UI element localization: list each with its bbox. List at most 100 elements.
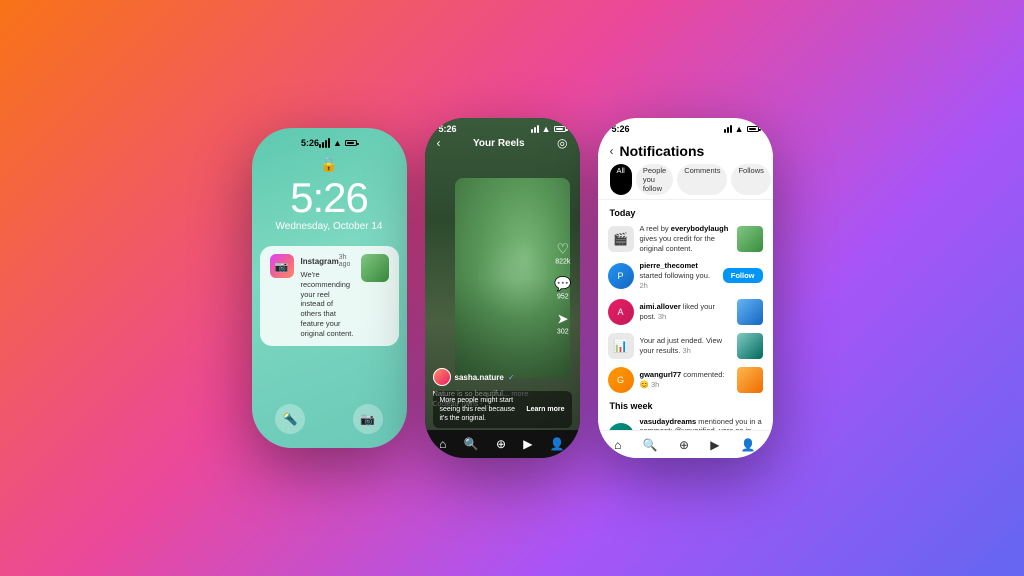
notif-text-ad: Your ad just ended. View your results. 3…	[640, 336, 731, 356]
section-today: Today	[598, 204, 773, 220]
status-bar-2: 5:26 ▲	[425, 118, 580, 136]
reels-content: 5:26 ▲ ‹ Your Reels ◎	[425, 118, 580, 458]
notifications-header: ‹ Notifications All People you follow Co…	[598, 137, 773, 200]
reels-user-row: sasha.nature ✓	[433, 368, 550, 386]
status-time-3: 5:26	[612, 124, 630, 134]
notifications-back-btn[interactable]: ‹	[610, 144, 614, 158]
nav-add-icon[interactable]: ⊕	[496, 437, 506, 451]
notif-thumb-3	[737, 299, 763, 325]
notif-item-ad: 📊 Your ad just ended. View your results.…	[598, 329, 773, 363]
reels-comment-btn[interactable]: 💬 952	[554, 276, 571, 301]
battery-icon	[345, 140, 357, 146]
lock-date: Wednesday, October 14	[276, 221, 383, 232]
notif-thumb-5	[737, 367, 763, 393]
notif-avatar-ad: 📊	[608, 333, 634, 359]
notif-text-reel: A reel by everybodylaugh gives you credi…	[640, 224, 731, 253]
reels-video	[455, 178, 570, 378]
camera-button[interactable]: 📷	[353, 404, 383, 434]
battery-icon-2	[554, 126, 566, 132]
notif-avatar-gwangurl: G	[608, 367, 634, 393]
wifi-icon: ▲	[333, 138, 342, 148]
notif-item-like: A aimi.allover liked your post. 3h	[598, 295, 773, 329]
nav-reels-icon[interactable]: ▶	[523, 437, 532, 451]
lock-icon: 🔒	[320, 156, 337, 173]
notif-item-reel-credit: 🎬 A reel by everybodylaugh gives you cre…	[598, 220, 773, 257]
reels-learn-more-btn[interactable]: Learn more	[526, 406, 564, 413]
reels-share-btn[interactable]: ➤ 302	[557, 311, 569, 336]
status-icons-2: ▲	[531, 124, 566, 134]
filter-follows[interactable]: Follows	[731, 164, 770, 195]
wifi-icon-3: ▲	[735, 124, 744, 134]
notif-thumb-1	[737, 226, 763, 252]
notif-text: We're recommending your reel instead of …	[301, 270, 354, 338]
status-icons-3: ▲	[724, 124, 759, 134]
nav-home-icon[interactable]: ⌂	[439, 437, 446, 451]
reels-title: Your Reels	[473, 138, 525, 149]
notif-text-follow: pierre_thecomet started following you. 2…	[640, 261, 717, 290]
notif-content: Instagram 3h ago We're recommending your…	[301, 254, 354, 338]
notif-header: Instagram 3h ago	[301, 254, 354, 268]
status-icons-1: ▲	[319, 138, 357, 148]
status-bar-1: 5:26 ▲	[287, 132, 371, 150]
reels-like-btn[interactable]: ♡ 822k	[555, 241, 570, 266]
notifications-title-row: ‹ Notifications	[610, 143, 761, 159]
notif-avatar-vasu: V	[608, 423, 634, 430]
reels-header: ‹ Your Reels ◎	[425, 136, 580, 150]
notifs-nav-home[interactable]: ⌂	[614, 438, 621, 452]
notif-item-comment: G gwangurl77 commented: 😊 3h	[598, 363, 773, 397]
phone-reels: 5:26 ▲ ‹ Your Reels ◎	[425, 118, 580, 458]
notif-thumb-4	[737, 333, 763, 359]
reels-verified-icon: ✓	[508, 373, 515, 382]
filter-following[interactable]: People you follow	[636, 164, 673, 195]
reels-user-avatar	[433, 368, 451, 386]
reels-actions: ♡ 822k 💬 952 ➤ 302	[554, 241, 571, 336]
status-time-1: 5:26	[301, 138, 319, 148]
phones-container: 5:26 ▲ 🔒 5:26 Wednesday, October 14	[252, 118, 773, 458]
chart-icon: 📊	[613, 339, 628, 353]
notif-item-mention: V vasudaydreams mentioned you in a comme…	[598, 413, 773, 431]
notif-avatar-pierre: P	[608, 263, 634, 289]
nav-profile-icon[interactable]: 👤	[550, 437, 565, 451]
notif-thumbnail	[361, 254, 389, 282]
nav-search-icon[interactable]: 🔍	[464, 437, 479, 451]
filter-comments[interactable]: Comments	[677, 164, 727, 195]
lock-time: 5:26	[290, 177, 368, 219]
reel-icon: 🎬	[613, 232, 628, 246]
notif-app-name: Instagram	[301, 257, 339, 266]
reels-back-icon[interactable]: ‹	[437, 136, 441, 150]
status-time-2: 5:26	[439, 124, 457, 134]
flashlight-button[interactable]: 🔦	[275, 404, 305, 434]
notifs-nav-add[interactable]: ⊕	[679, 438, 689, 452]
reels-promo-text: More people might start seeing this reel…	[440, 396, 521, 423]
lock-notification-card: 📷 Instagram 3h ago We're recommending yo…	[260, 246, 399, 346]
signal-icon	[319, 138, 330, 148]
notif-text-like: aimi.allover liked your post. 3h	[640, 302, 731, 322]
notifications-filters: All People you follow Comments Follows	[610, 164, 761, 195]
signal-icon-3	[724, 125, 732, 133]
reels-bottom-nav: ⌂ 🔍 ⊕ ▶ 👤	[425, 430, 580, 458]
notif-text-mention: vasudaydreams mentioned you in a comment…	[640, 417, 763, 431]
status-bar-3: 5:26 ▲	[598, 118, 773, 137]
reels-username: sasha.nature	[455, 373, 504, 382]
notifications-body: Today 🎬 A reel by everybodylaugh gives y…	[598, 200, 773, 430]
wifi-icon-2: ▲	[542, 124, 551, 134]
notif-time: 3h ago	[339, 254, 354, 268]
filter-all[interactable]: All	[610, 164, 632, 195]
instagram-icon: 📷	[270, 254, 294, 278]
signal-icon-2	[531, 125, 539, 133]
section-thisweek: This week	[598, 397, 773, 413]
battery-icon-3	[747, 126, 759, 132]
reels-camera-icon[interactable]: ◎	[557, 136, 567, 150]
lockscreen-content: 5:26 ▲ 🔒 5:26 Wednesday, October 14	[252, 128, 407, 448]
notif-avatar-aimi: A	[608, 299, 634, 325]
notifs-nav-profile[interactable]: 👤	[741, 438, 756, 452]
notif-avatar-reel: 🎬	[608, 226, 634, 252]
notifs-nav-search[interactable]: 🔍	[643, 438, 658, 452]
notifs-nav-reels[interactable]: ▶	[710, 438, 719, 452]
notifs-bottom-nav: ⌂ 🔍 ⊕ ▶ 👤	[598, 430, 773, 458]
follow-button[interactable]: Follow	[723, 268, 763, 283]
notif-item-follow: P pierre_thecomet started following you.…	[598, 257, 773, 294]
notif-text-comment: gwangurl77 commented: 😊 3h	[640, 370, 731, 390]
notifications-screen: 5:26 ▲ ‹ Notifications	[598, 118, 773, 458]
lock-bottom-buttons: 🔦 📷	[252, 404, 407, 434]
